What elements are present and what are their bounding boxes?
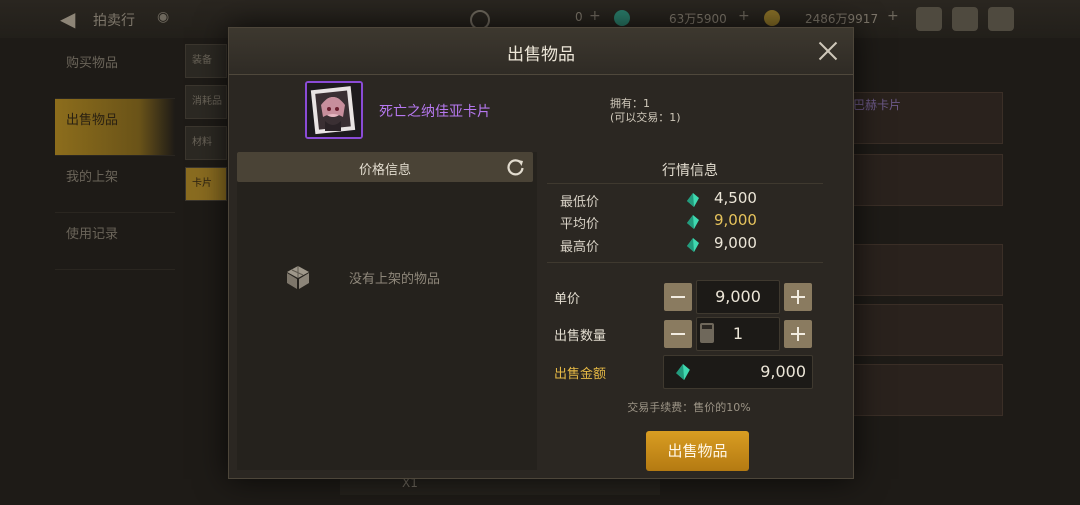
sidebar-item-my-listings[interactable]: 我的上架 [55,156,175,213]
background-item-card[interactable] [853,304,1003,356]
gem-icon [687,238,699,252]
min-price-label: 最低价 [560,195,600,210]
sidebar-item-buy[interactable]: 购买物品 [55,42,175,99]
item-card-thumbnail [305,81,363,139]
quantity-increase-button[interactable] [784,320,812,348]
category-tabs: 装备 消耗品 材料 卡片 [185,44,227,208]
sell-item-dialog: 出售物品 死亡之纳佳亚卡片 拥有：1 (可以交易：1) 价格信息 没有上架的物品… [228,27,854,479]
calculator-icon[interactable] [700,323,714,343]
gem-icon [687,193,699,207]
avg-price-value: 9,000 [714,211,757,229]
unit-price-input[interactable]: 9,000 [696,280,780,314]
unit-price-label: 单价 [554,292,581,307]
divider [547,262,823,263]
gem-icon [614,10,630,26]
quantity-value: 1 [732,324,744,343]
item-info-row: 死亡之纳佳亚卡片 拥有：1 (可以交易：1) [229,74,853,148]
unit-price-increase-button[interactable] [784,283,812,311]
chat-icon[interactable] [988,7,1014,31]
sidebar: 购买物品 出售物品 我的上架 使用记录 [55,42,175,270]
avg-price-label: 平均价 [560,217,600,232]
background-item-card[interactable] [853,364,1003,416]
sidebar-item-history[interactable]: 使用记录 [55,213,175,270]
gem-icon [676,364,690,380]
gold-coin-icon [764,10,780,26]
sell-item-button[interactable]: 出售物品 [646,431,749,471]
background-item-card[interactable] [853,154,1003,206]
quantity-decrease-button[interactable] [664,320,692,348]
total-amount-label: 出售金额 [554,367,607,382]
price-info-panel: 价格信息 没有上架的物品 [237,152,537,470]
tab-materials[interactable]: 材料 [185,126,227,160]
dialog-title: 出售物品 [507,45,575,65]
currency-gold-value: 2486万9917 [805,12,879,26]
total-amount-field: 9,000 [663,355,813,389]
back-arrow-icon[interactable]: ◀ [60,8,84,30]
bag-icon[interactable] [916,7,942,31]
sidebar-item-sell[interactable]: 出售物品 [55,99,175,156]
currency-gem-value: 63万5900 [669,12,727,26]
eye-icon[interactable]: ◉ [157,9,177,29]
background-item-name: 巴赫卡片 [853,98,902,112]
background-item-card[interactable] [853,244,1003,296]
unit-price-decrease-button[interactable] [664,283,692,311]
empty-box-icon [287,266,309,289]
empty-listing-text: 没有上架的物品 [349,272,441,287]
close-button[interactable] [815,38,841,64]
mail-icon[interactable] [952,7,978,31]
tradable-count: (可以交易：1) [610,111,681,124]
market-info-title: 行情信息 [662,163,718,179]
tab-consumables[interactable]: 消耗品 [185,85,227,119]
add-gem-button[interactable]: + [738,8,750,24]
tab-equipment[interactable]: 装备 [185,44,227,78]
quantity-label: 出售数量 [554,329,607,344]
price-info-title: 价格信息 [358,163,411,178]
dialog-header: 出售物品 [229,28,853,75]
divider [547,183,823,184]
currency-c-value: 0 [575,10,583,24]
tab-cards[interactable]: 卡片 [185,167,227,201]
gem-icon [687,215,699,229]
add-gold-button[interactable]: + [887,8,899,24]
refresh-icon[interactable] [506,157,526,177]
price-info-header: 价格信息 [237,152,533,182]
max-price-label: 最高价 [560,240,600,255]
page-title: 拍卖行 [93,13,135,29]
max-price-value: 9,000 [714,234,757,252]
fee-note: 交易手续费：售价的10% [627,401,751,414]
add-currency-c-button[interactable]: + [589,8,601,24]
card-portrait-icon [307,83,361,137]
total-amount-value: 9,000 [760,362,806,381]
min-price-value: 4,500 [714,189,757,207]
item-name: 死亡之纳佳亚卡片 [379,104,491,120]
